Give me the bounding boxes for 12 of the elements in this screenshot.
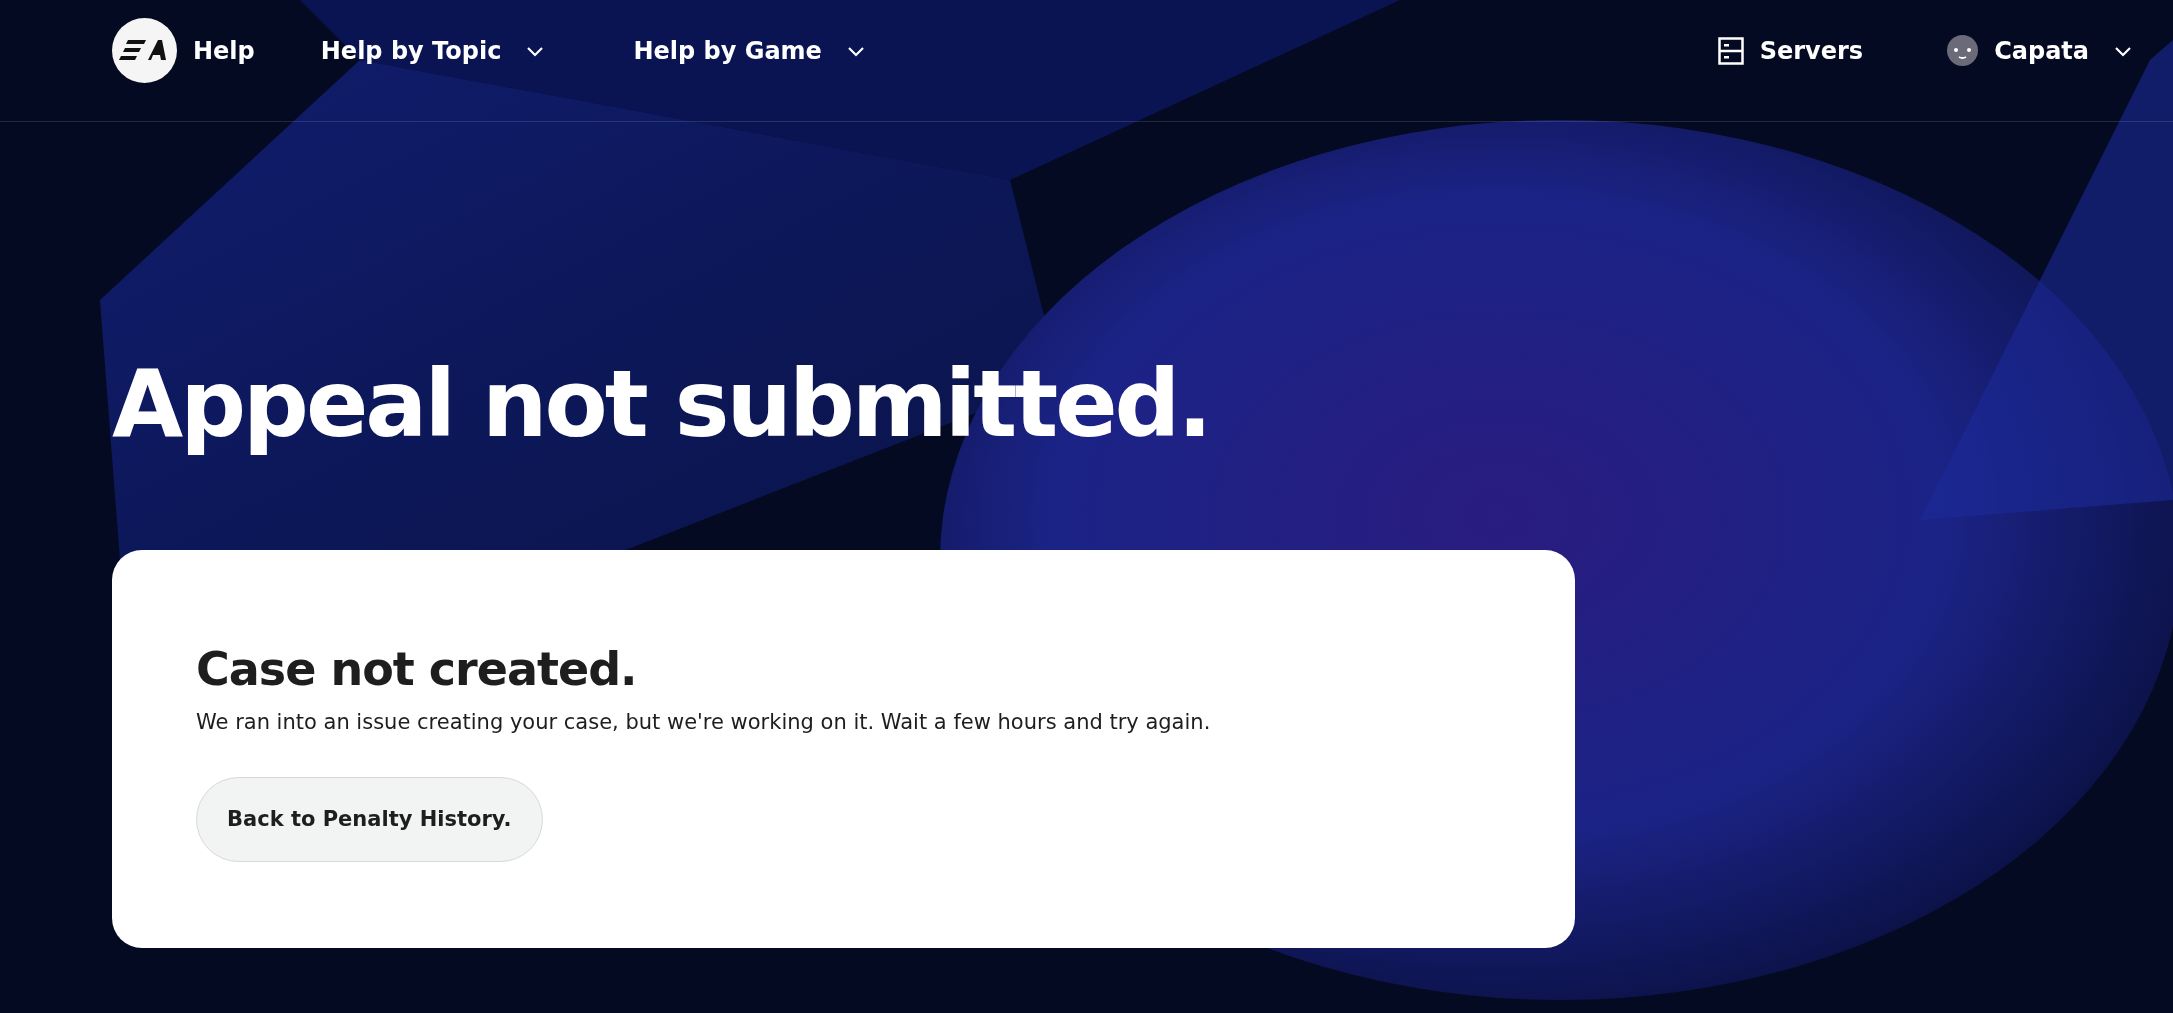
nav-menu[interactable]: Help by Game	[633, 32, 866, 69]
page-title: Appeal not submitted.	[112, 354, 1211, 456]
logo-icon[interactable]	[112, 18, 177, 83]
help-link[interactable]: Help	[193, 32, 255, 69]
server-icon	[1717, 36, 1744, 65]
account-menu[interactable]: Capata	[1994, 32, 2133, 69]
servers-link[interactable]: Servers	[1759, 32, 1864, 69]
nav-menu[interactable]: Help by Topic	[320, 32, 546, 69]
card-title: Case not created.	[196, 642, 638, 698]
error-message: We ran into an issue creating your case, but we're working on it. Wait a few hours and try again.	[196, 709, 1212, 737]
back-button[interactable]: Back to Penalty History.	[196, 776, 543, 863]
avatar-icon	[1947, 35, 1979, 66]
